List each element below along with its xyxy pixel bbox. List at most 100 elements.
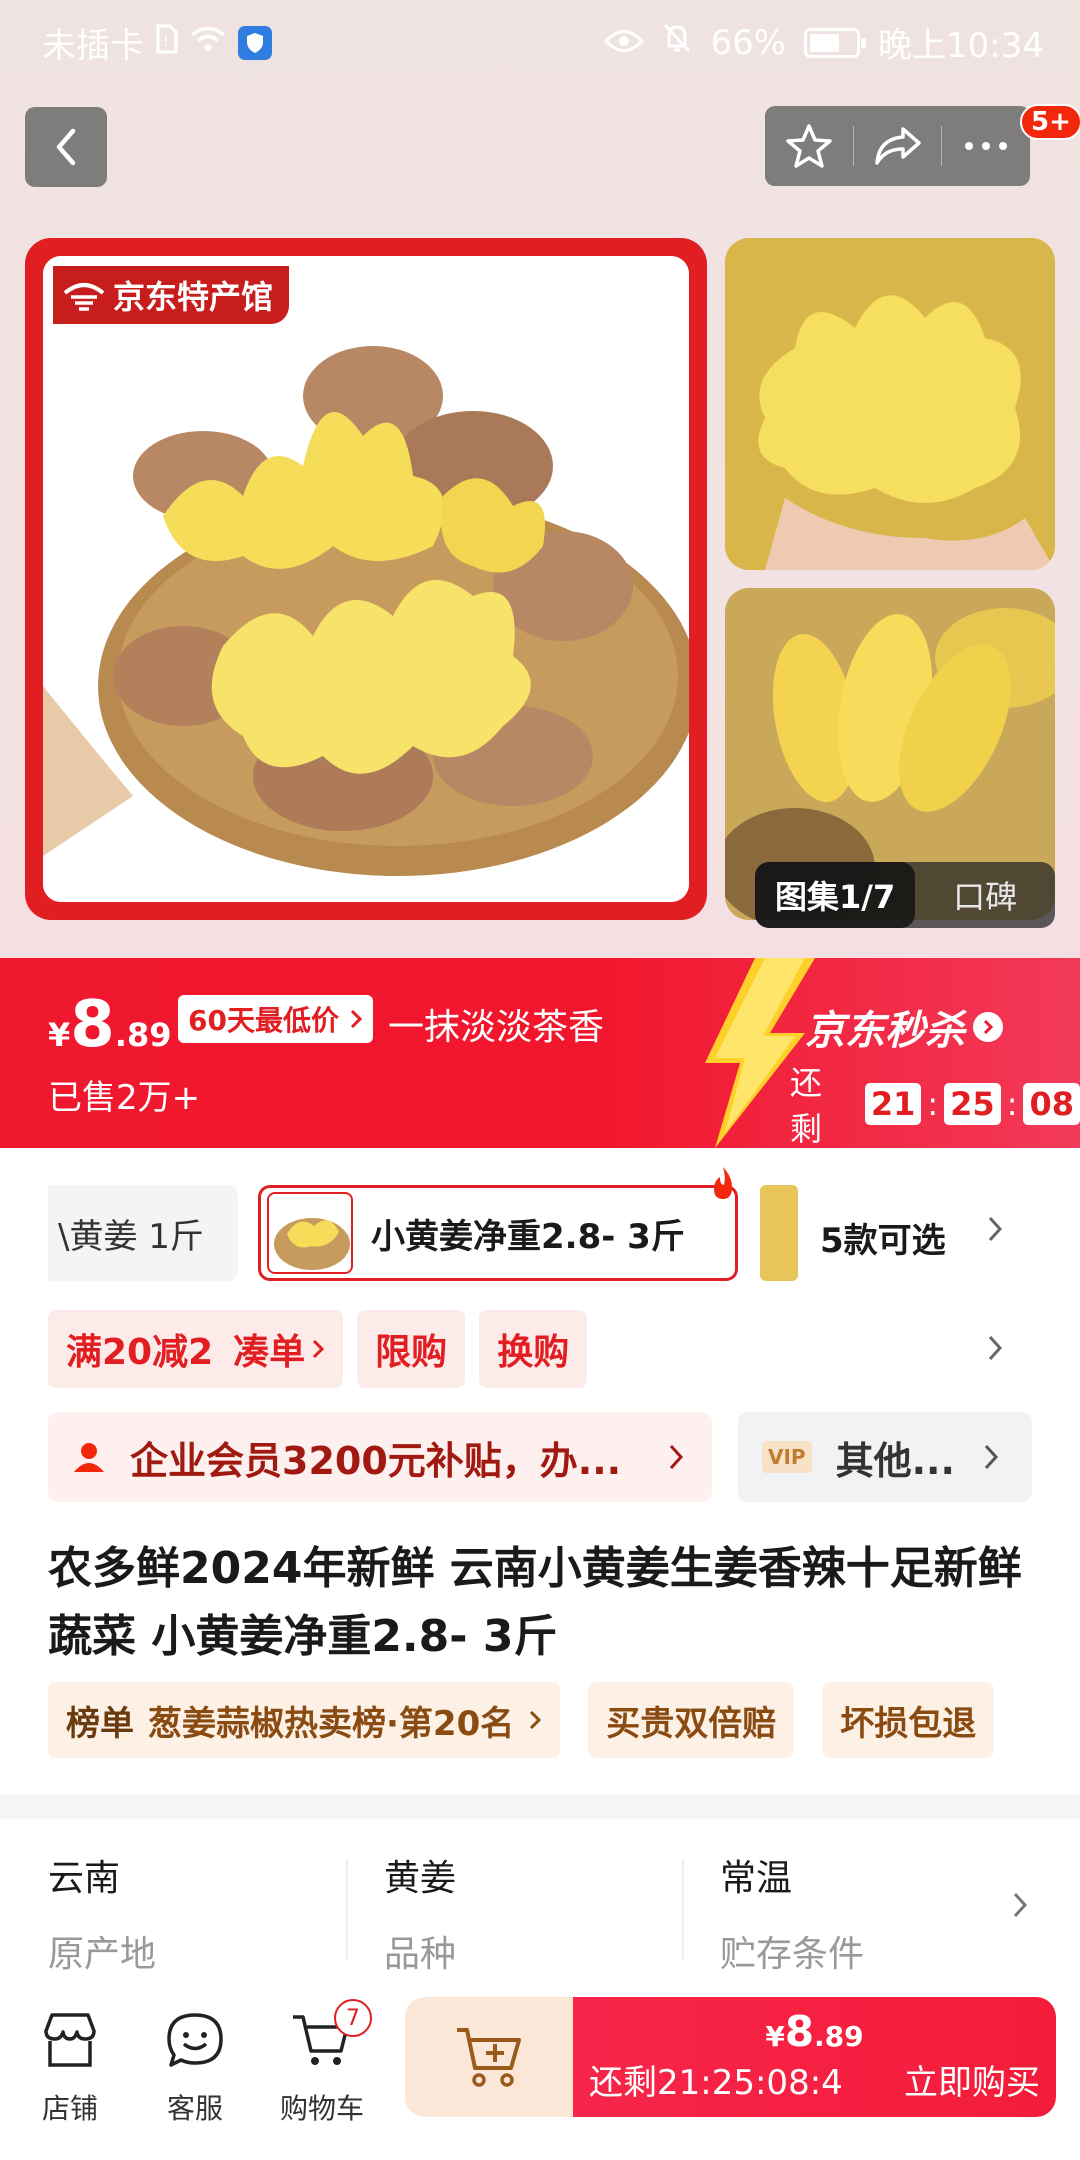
sale-price: ¥ 8 .89: [48, 988, 171, 1062]
status-bar: 未插卡 ! 66% 晚上10:34: [0, 0, 1080, 74]
price-integer: 8: [70, 988, 115, 1062]
chevron-right-icon: [669, 1444, 684, 1470]
cart-icon: 7: [262, 1999, 382, 2075]
attribute-value: 常温: [720, 1858, 793, 1899]
battery-icon: [804, 27, 867, 58]
attribute-variety: 黄姜 品种: [384, 1849, 714, 1977]
share-button[interactable]: [854, 106, 942, 186]
add-on-text: 凑单: [233, 1332, 306, 1373]
ranking-text: 葱姜蒜椒热卖榜·第20名: [148, 1703, 515, 1744]
attribute-key: 贮存条件: [720, 1934, 865, 1975]
status-right: 66% 晚上10:34: [604, 18, 1044, 67]
seckill-title: 京东秒杀: [805, 1008, 965, 1054]
guarantee-tag[interactable]: 坏损包退: [822, 1682, 995, 1758]
star-icon: [786, 124, 832, 168]
gallery-counter-tab[interactable]: 图集1/7: [755, 862, 916, 928]
buy-now-button[interactable]: ¥ 8 .89 还剩21:25:08:4 立即购买: [573, 1997, 1056, 2117]
status-left: 未插卡 !: [42, 18, 272, 67]
seckill-link[interactable]: 京东秒杀: [805, 998, 1003, 1056]
add-to-cart-button[interactable]: [405, 1997, 575, 2117]
coupon-tag[interactable]: 满20减2 凑单: [48, 1310, 344, 1388]
lowest-price-tag[interactable]: 60天最低价: [178, 995, 373, 1043]
attribute-origin: 云南 原产地: [48, 1849, 378, 1977]
main-product-image[interactable]: 京东特产馆: [25, 238, 707, 920]
sku-label: 小黄姜净重2.8- 3斤: [371, 1216, 685, 1257]
ginger-hand-image: [725, 238, 1055, 570]
gallery-thumbnail[interactable]: [725, 238, 1055, 570]
attribute-storage: 常温 贮存条件: [720, 1849, 1050, 1977]
store-button[interactable]: 店铺: [10, 2005, 130, 2127]
ginger-basket-image: [43, 256, 689, 902]
limit-tag[interactable]: 限购: [357, 1310, 466, 1388]
back-button[interactable]: [25, 107, 107, 187]
section-divider: [0, 1795, 1080, 1819]
product-title: 农多鲜2024年新鲜 云南小黄姜生姜香辣十足新鲜蔬菜 小黄姜净重2.8- 3斤: [48, 1543, 1022, 1662]
vip-icon: VIP: [762, 1441, 812, 1473]
ranking-row: 榜单 葱姜蒜椒热卖榜·第20名 买贵双倍赔 坏损包退: [48, 1682, 995, 1758]
chevron-right-icon[interactable]: [985, 1213, 1005, 1245]
customer-service-button[interactable]: 客服: [135, 2005, 255, 2127]
chevron-right-icon: [313, 1339, 325, 1359]
more-icon: [965, 142, 1008, 150]
enterprise-member-promo[interactable]: 企业会员3200元补贴，办...: [48, 1412, 712, 1502]
sim-icon: !: [156, 23, 178, 63]
price-decimal: .89: [114, 1016, 172, 1054]
chevron-right-icon: [973, 1012, 1003, 1042]
cart-label: 购物车: [279, 2092, 364, 2125]
chat-face-icon: [135, 2005, 255, 2075]
sku-thumbnail: [267, 1192, 353, 1274]
chevron-right-icon: [1013, 1892, 1028, 1918]
attribute-value: 黄姜: [384, 1858, 457, 1899]
sku-option[interactable]: \黄姜 1斤: [48, 1185, 238, 1281]
colon: :: [927, 1085, 939, 1123]
sku-selector: \黄姜 1斤 小黄姜净重2.8- 3斤 5款可选: [0, 1167, 1080, 1285]
svg-text:!: !: [163, 34, 169, 50]
exchange-tag[interactable]: 换购: [479, 1310, 588, 1388]
service-label: 客服: [166, 2092, 223, 2125]
divider: [682, 1859, 684, 1959]
ranking-tag[interactable]: 榜单 葱姜蒜椒热卖榜·第20名: [48, 1682, 561, 1758]
header-actions: [765, 106, 1030, 186]
buy-info-line: 还剩21:25:08:4 立即购买: [573, 2055, 1056, 2104]
ranking-label: 榜单: [66, 1703, 134, 1744]
main-image-frame: 京东特产馆: [43, 256, 689, 902]
member-text: 企业会员3200元补贴，办...: [130, 1438, 622, 1483]
bottom-action-bar: 店铺 客服 7 购物车 ¥ 8 .89 还剩21:25:08:4 立即购买: [0, 1985, 1080, 2160]
add-cart-icon: [457, 2028, 521, 2087]
promotions: 满20减2 凑单 限购 换购: [48, 1310, 588, 1388]
sku-option-selected[interactable]: 小黄姜净重2.8- 3斤: [258, 1185, 738, 1281]
colon: :: [1006, 1085, 1018, 1123]
share-icon: [874, 127, 921, 165]
logo-text: 京东特产馆: [113, 278, 274, 316]
battery-percent: 66%: [710, 22, 787, 63]
chevron-right-icon[interactable]: [985, 1332, 1005, 1364]
gallery-tabs: 图集1/7 口碑: [755, 862, 1055, 928]
chevron-right-icon: [984, 1444, 998, 1470]
lowest-price-text: 60天最低价: [188, 1004, 339, 1037]
countdown-seconds: 08: [1023, 1083, 1080, 1125]
currency-symbol: ¥: [765, 2020, 785, 2053]
mute-bell-icon: [662, 22, 692, 63]
cart-button[interactable]: 7 购物车: [262, 1999, 382, 2127]
flash-sale-banner: ¥ 8 .89 60天最低价 一抹淡淡茶香 已售2万+ 京东秒杀 还剩 21 :…: [0, 958, 1080, 1148]
product-attributes[interactable]: 云南 原产地 黄姜 品种 常温 贮存条件: [0, 1819, 1080, 1989]
add-on-link[interactable]: 凑单: [233, 1323, 325, 1375]
review-tab[interactable]: 口碑: [915, 872, 1055, 918]
notification-badge: 5+: [1020, 104, 1080, 140]
sku-count[interactable]: 5款可选: [820, 1213, 946, 1262]
more-button[interactable]: [942, 106, 1030, 186]
buy-countdown: 还剩21:25:08:4: [589, 2063, 843, 2103]
wifi-icon: [190, 23, 226, 63]
carrier-text: 未插卡: [42, 26, 144, 66]
guarantee-tag[interactable]: 买贵双倍赔: [588, 1682, 795, 1758]
store-label: 店铺: [41, 2092, 98, 2125]
slogan: 一抹淡淡茶香: [388, 1007, 605, 1048]
attribute-key: 品种: [384, 1934, 457, 1975]
sold-count: 已售2万+: [48, 1078, 201, 1118]
sku-option[interactable]: [760, 1185, 798, 1281]
other-benefits[interactable]: VIP 其他...: [738, 1412, 1032, 1502]
pavilion-icon: [63, 283, 105, 311]
divider: [346, 1859, 348, 1959]
favorite-button[interactable]: [765, 106, 853, 186]
currency-symbol: ¥: [48, 1016, 71, 1054]
